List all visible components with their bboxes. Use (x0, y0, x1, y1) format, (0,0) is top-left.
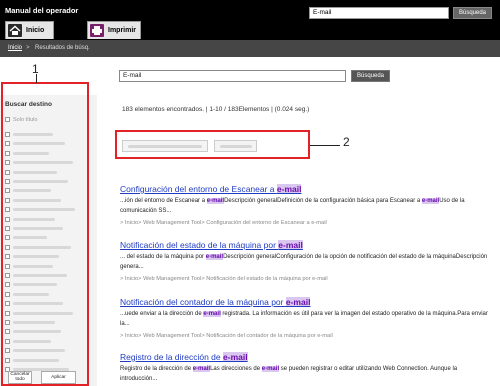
search-result: Registro de la dirección de e-mail Regis… (120, 352, 490, 384)
tab-print[interactable]: Imprimir (87, 21, 141, 39)
result-snippet: Registro de la dirección de e-mailLas di… (120, 366, 458, 382)
main-search-input[interactable]: E-mail (119, 70, 346, 82)
result-title-link[interactable]: Configuración del entorno de Escanear a … (120, 184, 490, 194)
results-summary: 183 elementos encontrados. | 1-10 / 183E… (122, 106, 310, 113)
breadcrumb-current: Resultados de búsq. (35, 45, 90, 51)
breadcrumb-home-link[interactable]: Inicio (8, 45, 22, 51)
result-title-link[interactable]: Notificación del contador de la máquina … (120, 297, 490, 307)
result-snippet: ...ión del entorno de Escanear a e-mailD… (120, 198, 465, 214)
app-title: Manual del operador (5, 6, 79, 15)
breadcrumb-separator: > (26, 45, 30, 51)
result-snippet: ... del estado de la máquina por e-mailD… (120, 254, 488, 270)
search-result: Notificación del estado de la máquina po… (120, 240, 490, 282)
search-result: Notificación del contador de la máquina … (120, 297, 490, 339)
result-path: > Inicio> Web Management Tool> Notificac… (120, 333, 333, 339)
result-path: > Inicio> Web Management Tool> Notificac… (120, 276, 328, 282)
header-search-button[interactable]: Búsqueda (453, 7, 492, 19)
top-bar: Manual del operador E-mail Búsqueda Inic… (0, 0, 500, 40)
printer-icon (90, 24, 104, 37)
search-result: Configuración del entorno de Escanear a … (120, 184, 490, 226)
home-icon (8, 24, 22, 37)
callout-box-1 (1, 82, 89, 386)
main-search-button[interactable]: Búsqueda (351, 70, 390, 82)
result-title-link[interactable]: Notificación del estado de la máquina po… (120, 240, 490, 250)
result-title-link[interactable]: Registro de la dirección de e-mail (120, 352, 490, 362)
callout-line-1 (36, 74, 37, 83)
tab-print-label: Imprimir (108, 27, 137, 34)
callout-line-2 (310, 145, 340, 146)
result-snippet: ...uede enviar a la dirección de e-mail … (120, 311, 488, 327)
tab-home[interactable]: Inicio (5, 21, 54, 39)
callout-box-2 (115, 130, 310, 159)
callout-number-2: 2 (343, 135, 350, 149)
breadcrumb: Inicio > Resultados de búsq. (0, 40, 500, 57)
tab-home-label: Inicio (26, 27, 45, 34)
header-search-input[interactable]: E-mail (309, 7, 449, 19)
result-path: > Inicio> Web Management Tool> Configura… (120, 220, 327, 226)
